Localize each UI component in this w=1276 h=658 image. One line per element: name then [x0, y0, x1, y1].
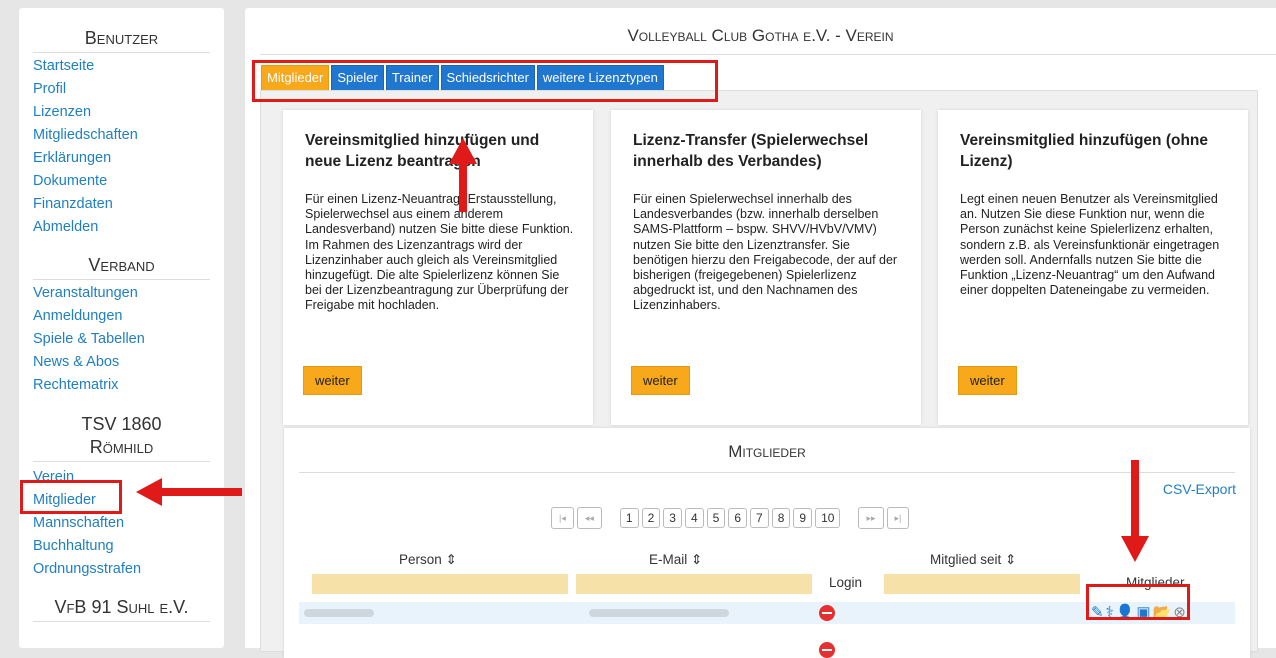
csv-export-link[interactable]: CSV-Export	[1163, 481, 1236, 497]
card-mitglied-mit-lizenz: Vereinsmitglied hinzufügen und neue Lize…	[283, 110, 593, 425]
pager-page-10[interactable]: 10	[815, 508, 841, 528]
card-mitglied-ohne-lizenz: Vereinsmitglied hinzufügen (ohne Lizenz)…	[938, 110, 1248, 425]
highlight-tab-bar	[252, 60, 718, 102]
weiter-button[interactable]: weiter	[631, 366, 690, 395]
members-title: Mitglieder	[728, 442, 806, 461]
pager-page-9[interactable]: 9	[793, 508, 813, 528]
sidebar-item-dokumente[interactable]: Dokumente	[33, 170, 224, 193]
card-lizenz-transfer: Lizenz-Transfer (Spielerwechsel innerhal…	[611, 110, 921, 425]
sidebar-heading-club-line2: Römhild	[33, 437, 210, 462]
sidebar-item-startseite[interactable]: Startseite	[33, 55, 224, 78]
annotation-arrow-down-shaft	[1131, 460, 1139, 538]
column-header-email[interactable]: E-Mail ⇕	[649, 552, 702, 568]
column-header-person[interactable]: Person ⇕	[399, 552, 457, 568]
pagination: |◂ ◂◂ 1 2 3 4 5 6 7 8 9 10 ▸▸ ▸|	[551, 507, 910, 529]
card-text: Legt einen neuen Benutzer als Vereinsmit…	[960, 192, 1220, 298]
pager-page-8[interactable]: 8	[771, 508, 791, 528]
weiter-button[interactable]: weiter	[958, 366, 1017, 395]
pager-last-button[interactable]: ▸|	[886, 507, 910, 529]
filter-person-input[interactable]	[312, 574, 568, 594]
card-title: Lizenz-Transfer (Spielerwechsel innerhal…	[633, 132, 869, 170]
card-title: Vereinsmitglied hinzufügen (ohne Lizenz)	[960, 132, 1209, 170]
sidebar-item-anmeldungen[interactable]: Anmeldungen	[33, 305, 224, 328]
annotation-arrow-left-shaft	[160, 488, 242, 496]
sidebar-heading-benutzer: Benutzer	[33, 28, 210, 53]
pager-page-3[interactable]: 3	[663, 508, 682, 528]
annotation-arrow-up	[449, 138, 477, 164]
pager-first-button[interactable]: |◂	[551, 507, 574, 529]
sidebar-item-ordnungsstrafen[interactable]: Ordnungsstrafen	[33, 558, 224, 581]
sidebar-item-lizenzen[interactable]: Lizenzen	[33, 101, 224, 124]
sidebar-item-profil[interactable]: Profil	[33, 78, 224, 101]
sidebar-item-erklaerungen[interactable]: Erklärungen	[33, 147, 224, 170]
members-panel: Mitglieder CSV-Export |◂ ◂◂ 1 2 3 4 5 6 …	[284, 428, 1250, 658]
weiter-button[interactable]: weiter	[303, 366, 362, 395]
pager-page-7[interactable]: 7	[750, 508, 769, 528]
login-disabled-icon	[819, 605, 835, 621]
card-title: Vereinsmitglied hinzufügen und neue Lize…	[305, 132, 540, 170]
annotation-arrow-up-shaft	[459, 162, 467, 212]
pager-next-button[interactable]: ▸▸	[858, 507, 884, 529]
annotation-arrow-left	[136, 478, 162, 506]
sidebar-item-abmelden[interactable]: Abmelden	[33, 216, 224, 239]
annotation-arrow-down	[1121, 536, 1149, 562]
highlight-mitglieder-link	[20, 480, 122, 514]
sidebar-item-mannschaften[interactable]: Mannschaften	[33, 512, 224, 535]
sidebar-heading-club-line1: TSV 1860	[81, 414, 162, 434]
sidebar-item-spiele-tabellen[interactable]: Spiele & Tabellen	[33, 328, 224, 351]
highlight-row-actions	[1086, 584, 1190, 620]
pager-prev-button[interactable]: ◂◂	[576, 507, 602, 529]
sidebar-item-finanzdaten[interactable]: Finanzdaten	[33, 193, 224, 216]
sidebar-heading-verband: Verband	[33, 255, 210, 280]
sidebar-heading-club2: VfB 91 Suhl e.V.	[33, 597, 210, 622]
pager-page-5[interactable]: 5	[706, 508, 726, 528]
sidebar-item-buchhaltung[interactable]: Buchhaltung	[33, 535, 224, 558]
pager-page-1[interactable]: 1	[619, 508, 639, 528]
sidebar-item-mitgliedschaften[interactable]: Mitgliedschaften	[33, 124, 224, 147]
pager-page-6[interactable]: 6	[728, 508, 748, 528]
column-header-login: Login	[829, 575, 863, 590]
login-disabled-icon	[819, 642, 835, 658]
sidebar-item-rechtematrix[interactable]: Rechtematrix	[33, 374, 224, 397]
members-divider	[299, 472, 1235, 473]
person-cell-redacted	[304, 609, 374, 617]
card-text: Für einen Lizenz-Neuantrag (Erstausstell…	[305, 192, 574, 313]
column-header-mitglied-seit[interactable]: Mitglied seit ⇕	[930, 552, 1016, 568]
filter-email-input[interactable]	[576, 574, 812, 594]
title-divider	[260, 54, 1276, 55]
sidebar-item-news-abos[interactable]: News & Abos	[33, 351, 224, 374]
pager-page-2[interactable]: 2	[641, 508, 661, 528]
page-title: Volleyball Club Gotha e.V. - Verein	[627, 26, 894, 45]
email-cell-redacted	[589, 609, 729, 617]
filter-mitglied-seit-input[interactable]	[884, 574, 1080, 594]
sidebar: Benutzer Startseite Profil Lizenzen Mitg…	[19, 8, 224, 648]
sidebar-item-veranstaltungen[interactable]: Veranstaltungen	[33, 282, 224, 305]
card-text: Für einen Spielerwechsel innerhalb des L…	[633, 192, 898, 313]
pager-page-4[interactable]: 4	[684, 508, 704, 528]
